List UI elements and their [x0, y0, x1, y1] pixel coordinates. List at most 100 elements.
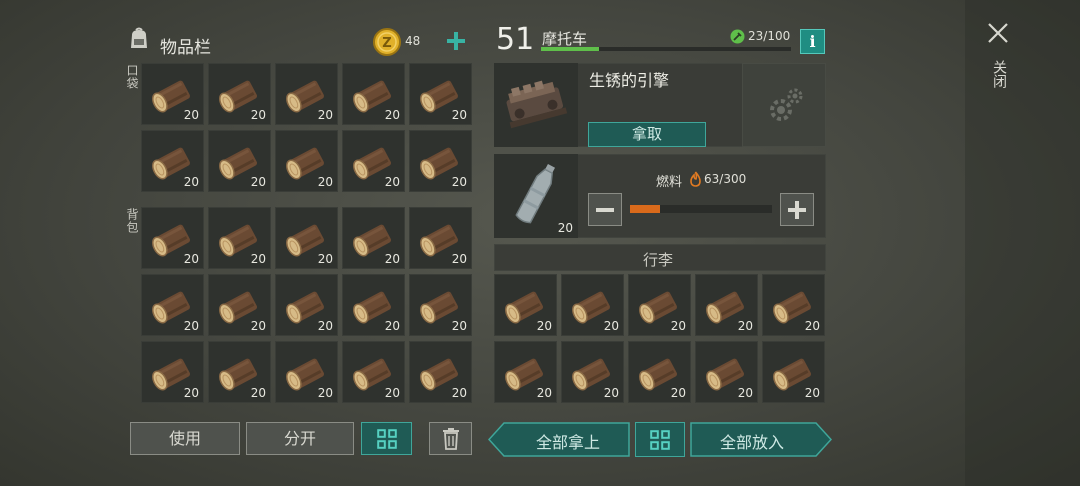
item-qty: 20	[737, 319, 753, 333]
luggage-slot[interactable]: 20	[561, 341, 624, 403]
coin-icon: Z	[373, 28, 401, 56]
item-qty: 20	[384, 175, 400, 189]
fuel-decrease-button[interactable]	[588, 193, 622, 226]
grid-icon	[649, 429, 671, 451]
item-qty: 20	[603, 386, 619, 400]
backpack-slot[interactable]: 20	[141, 207, 204, 269]
pocket-slot[interactable]: 20	[208, 130, 271, 192]
luggage-slot[interactable]: 20	[494, 274, 557, 336]
fuel-bar[interactable]	[630, 205, 772, 213]
upgrade-slot[interactable]	[742, 63, 826, 147]
backpack-slot[interactable]: 20	[342, 341, 405, 403]
item-qty: 20	[536, 319, 552, 333]
close-button[interactable]	[986, 21, 1010, 45]
fuel-increase-button[interactable]	[780, 193, 814, 226]
item-qty: 20	[451, 252, 467, 266]
item-qty: 20	[183, 108, 199, 122]
take-button[interactable]: 拿取	[588, 122, 706, 147]
backpack-slot[interactable]: 20	[409, 274, 472, 336]
item-qty: 20	[384, 386, 400, 400]
backpack-label: 背包	[125, 208, 139, 234]
fuel-value: 63/300	[704, 172, 747, 186]
item-qty: 20	[451, 386, 467, 400]
backpack-slot[interactable]: 20	[342, 207, 405, 269]
pocket-slot[interactable]: 20	[275, 130, 338, 192]
vehicle-name: 摩托车	[542, 30, 588, 48]
luggage-slot[interactable]: 20	[695, 341, 758, 403]
durability-fill	[541, 47, 599, 51]
item-qty: 20	[317, 252, 333, 266]
sort-grid-button-right[interactable]	[635, 422, 685, 457]
pocket-label: 口袋	[125, 64, 139, 90]
luggage-title: 行李	[643, 251, 674, 269]
wrench-icon	[730, 29, 745, 44]
engine-name: 生锈的引擎	[589, 71, 670, 90]
durability-value: 23/100	[748, 29, 791, 43]
take-all-button[interactable]: 全部拿上	[488, 422, 630, 457]
backpack-slot[interactable]: 20	[342, 274, 405, 336]
item-qty: 20	[250, 108, 266, 122]
luggage-slot[interactable]: 20	[762, 274, 825, 336]
coin-count: 48	[405, 34, 421, 48]
split-button[interactable]: 分开	[246, 422, 354, 455]
close-label[interactable]: 关闭	[989, 60, 1009, 88]
pocket-slot[interactable]: 20	[275, 63, 338, 125]
backpack-slot[interactable]: 20	[275, 274, 338, 336]
pocket-slot[interactable]: 20	[342, 63, 405, 125]
put-all-label: 全部放入	[719, 433, 784, 452]
info-button[interactable]: i	[800, 29, 825, 54]
backpack-slot[interactable]: 20	[275, 207, 338, 269]
pocket-slot[interactable]: 20	[409, 63, 472, 125]
item-qty: 20	[737, 386, 753, 400]
put-all-button[interactable]: 全部放入	[690, 422, 832, 457]
bottle-qty: 20	[557, 221, 573, 235]
item-qty: 20	[183, 319, 199, 333]
trash-button[interactable]	[429, 422, 472, 455]
item-qty: 20	[451, 175, 467, 189]
item-qty: 20	[536, 386, 552, 400]
item-qty: 20	[183, 175, 199, 189]
backpack-icon	[126, 26, 152, 52]
item-qty: 20	[183, 252, 199, 266]
luggage-slot[interactable]: 20	[628, 274, 691, 336]
luggage-slot[interactable]: 20	[762, 341, 825, 403]
item-qty: 20	[317, 175, 333, 189]
item-qty: 20	[384, 319, 400, 333]
item-qty: 20	[804, 386, 820, 400]
luggage-slot[interactable]: 20	[628, 341, 691, 403]
engine-icon	[506, 80, 568, 129]
backpack-slot[interactable]: 20	[208, 341, 271, 403]
luggage-slot[interactable]: 20	[561, 274, 624, 336]
backpack-slot[interactable]: 20	[409, 341, 472, 403]
vehicle-level: 51	[496, 22, 535, 57]
item-qty: 20	[317, 386, 333, 400]
luggage-slot[interactable]: 20	[695, 274, 758, 336]
pocket-slot[interactable]: 20	[208, 63, 271, 125]
plus-icon	[788, 201, 806, 219]
item-qty: 20	[670, 319, 686, 333]
luggage-slot[interactable]: 20	[494, 341, 557, 403]
backpack-slot[interactable]: 20	[208, 207, 271, 269]
item-qty: 20	[451, 108, 467, 122]
pocket-slot[interactable]: 20	[141, 130, 204, 192]
flame-icon	[689, 171, 702, 187]
engine-item[interactable]	[494, 63, 578, 147]
sort-grid-button-left[interactable]	[361, 422, 412, 455]
backpack-slot[interactable]: 20	[141, 341, 204, 403]
pocket-slot[interactable]: 20	[141, 63, 204, 125]
backpack-slot[interactable]: 20	[141, 274, 204, 336]
pocket-slot[interactable]: 20	[342, 130, 405, 192]
grid-icon	[376, 428, 398, 450]
gears-icon	[770, 88, 803, 121]
pocket-slot[interactable]: 20	[409, 130, 472, 192]
backpack-slot[interactable]: 20	[409, 207, 472, 269]
use-button[interactable]: 使用	[130, 422, 240, 455]
backpack-slot[interactable]: 20	[275, 341, 338, 403]
fuel-bottle-slot[interactable]: 20	[494, 154, 578, 238]
item-qty: 20	[451, 319, 467, 333]
close-icon	[988, 23, 1008, 43]
fuel-fill	[630, 205, 660, 213]
add-coins-button[interactable]	[444, 29, 468, 53]
backpack-slot[interactable]: 20	[208, 274, 271, 336]
durability-bar	[541, 47, 791, 51]
